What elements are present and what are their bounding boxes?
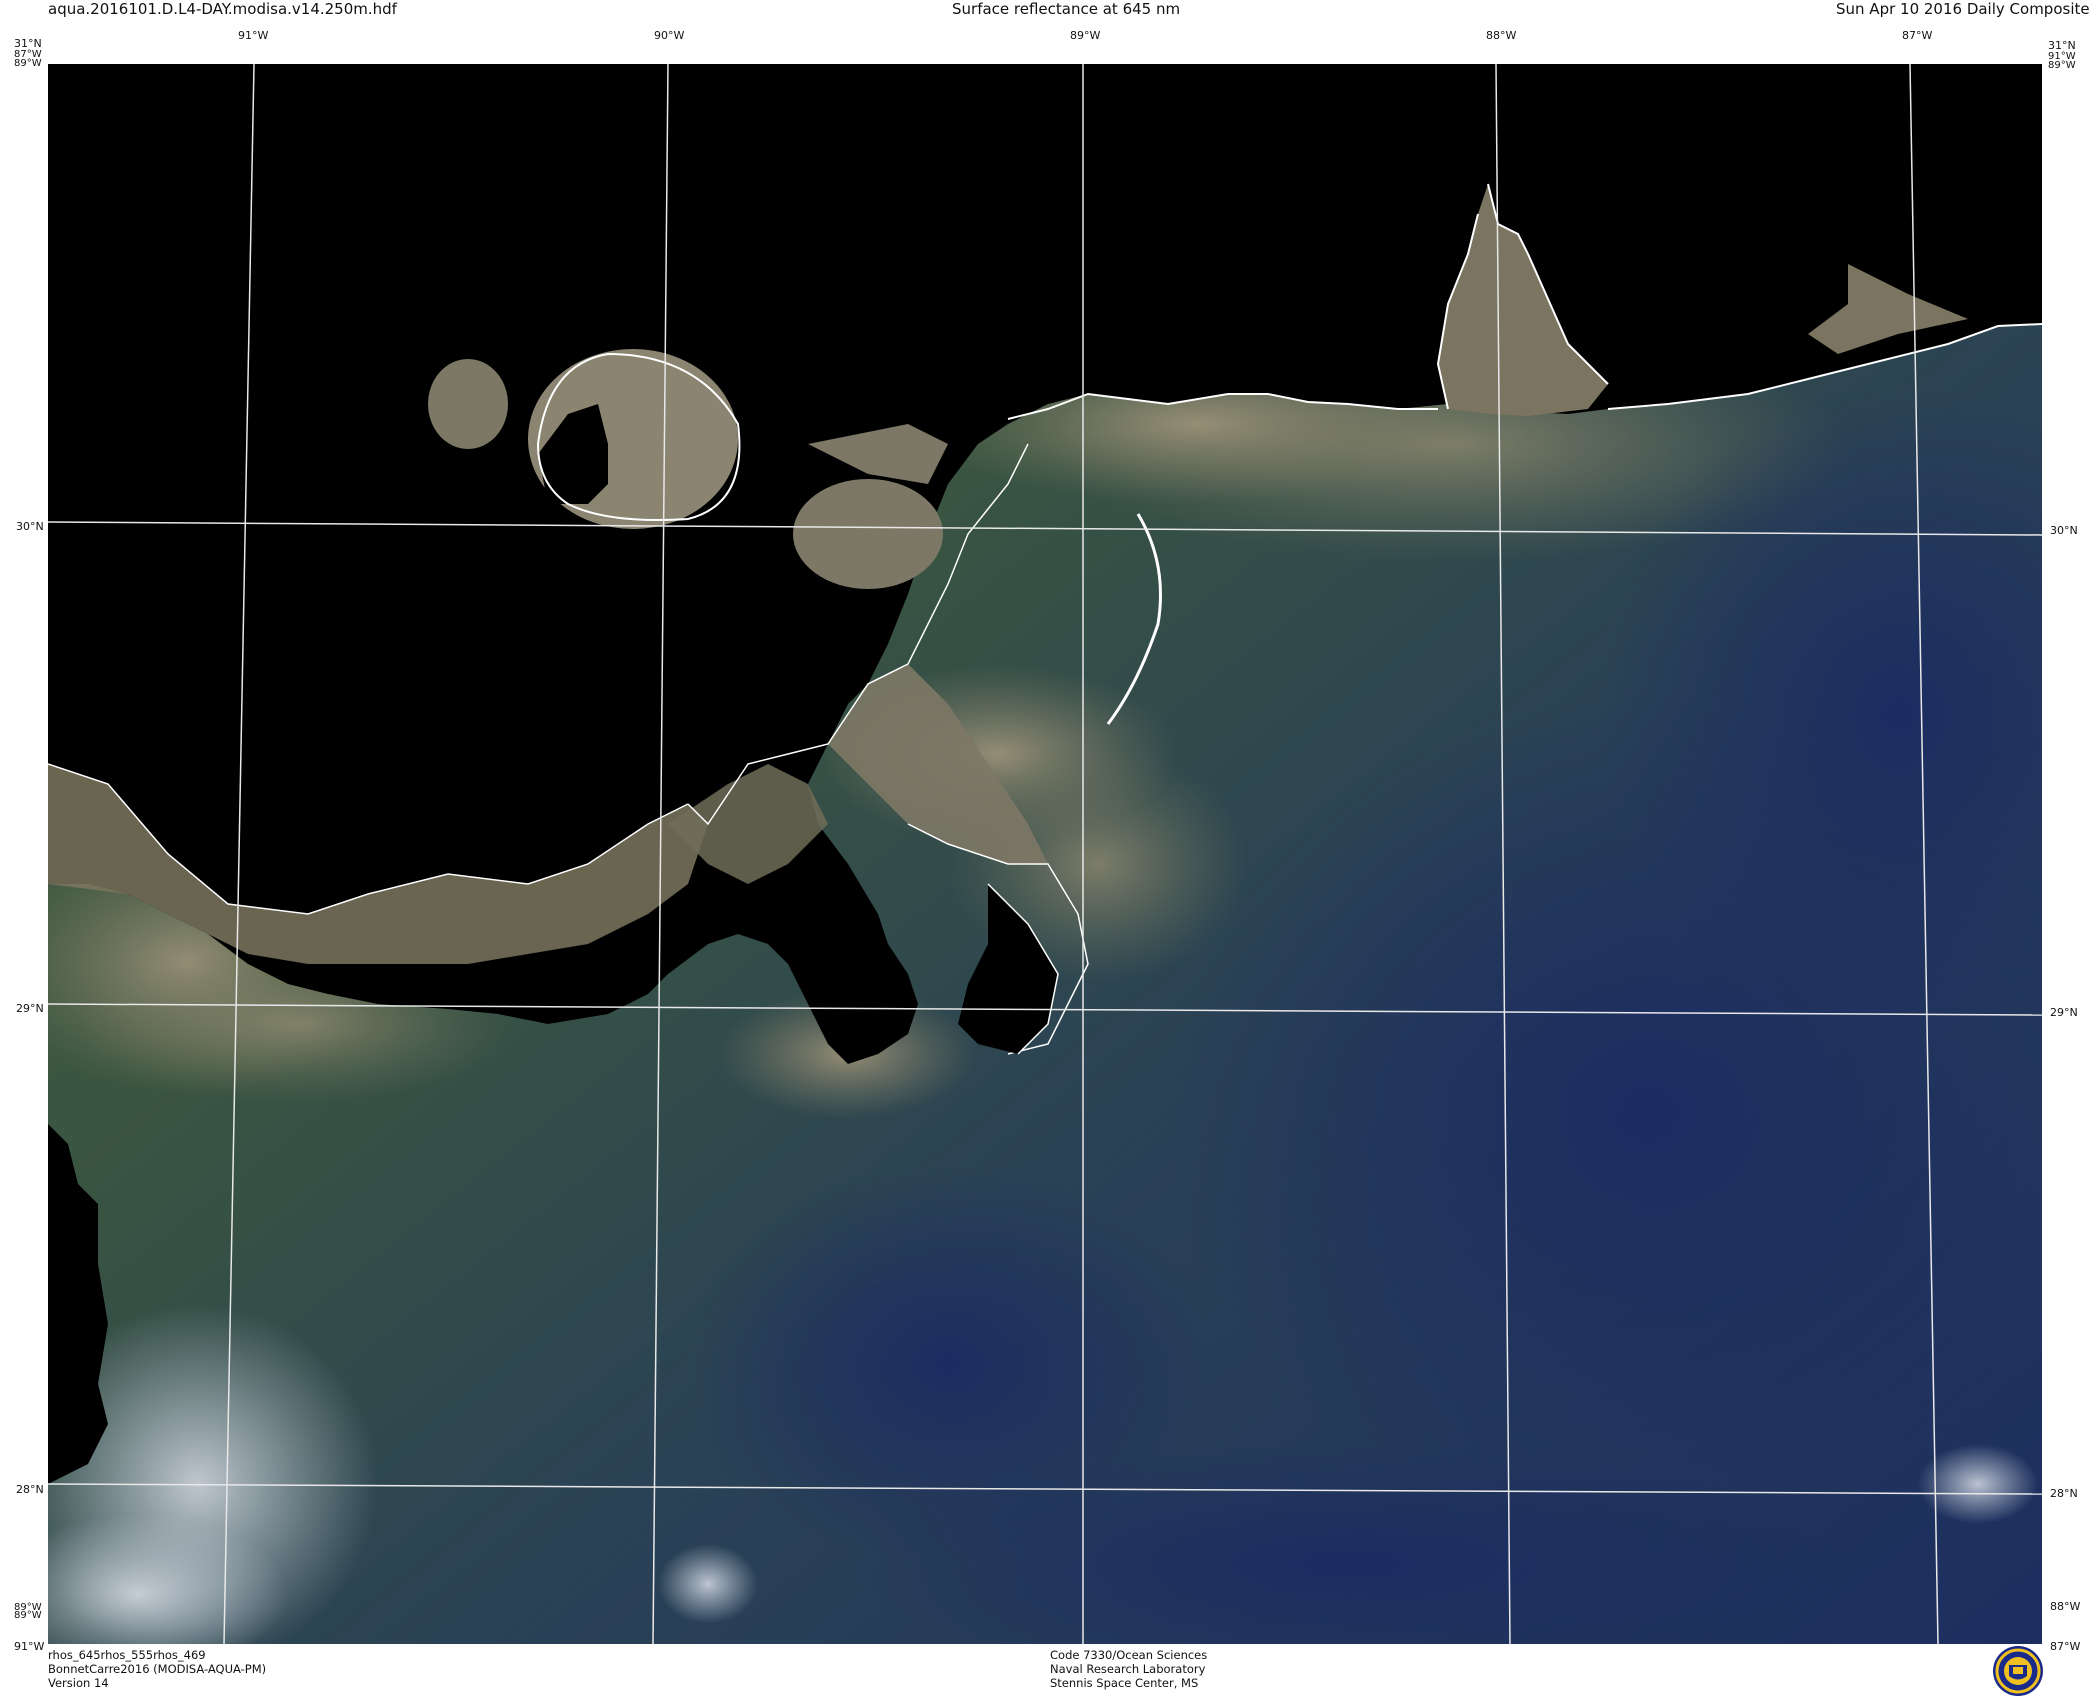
- nrl-seal-icon: [1992, 1645, 2044, 1697]
- org-name: Naval Research Laboratory: [1050, 1662, 1206, 1676]
- lat-label-right-28n: 28°N: [2050, 1487, 2078, 1500]
- satellite-map[interactable]: [48, 64, 2042, 1644]
- composite-date: Sun Apr 10 2016 Daily Composite: [1836, 0, 2090, 18]
- lat-label-left-28n: 28°N: [16, 1483, 44, 1496]
- lon-label-87w: 87°W: [1902, 29, 1933, 42]
- org-code: Code 7330/Ocean Sciences: [1050, 1648, 1208, 1662]
- project-name: BonnetCarre2016 (MODISA-AQUA-PM): [48, 1662, 267, 1676]
- corner-bl-lon3: 91°W: [14, 1640, 45, 1653]
- reflectance-image: [48, 64, 2042, 1644]
- cloud-cover: [658, 1544, 758, 1624]
- corner-bl-lon2: 89°W: [14, 1610, 42, 1621]
- lon-label-88w: 88°W: [1486, 29, 1517, 42]
- lake-borgne: [793, 479, 943, 589]
- product-bands: rhos_645rhos_555rhos_469: [48, 1648, 206, 1662]
- corner-tl-lon2: 89°W: [14, 58, 42, 69]
- lake-maurepas: [428, 359, 508, 449]
- lat-label-left-30n: 30°N: [16, 520, 44, 533]
- lon-label-89w: 89°W: [1070, 29, 1101, 42]
- lat-label-right-30n: 30°N: [2050, 524, 2078, 537]
- lon-label-90w: 90°W: [654, 29, 685, 42]
- lat-label-right-29n: 29°N: [2050, 1006, 2078, 1019]
- corner-tr-lon2: 89°W: [2048, 60, 2076, 71]
- lon-label-91w: 91°W: [238, 29, 269, 42]
- corner-br-lon2: 87°W: [2050, 1640, 2081, 1653]
- version-label: Version 14: [48, 1676, 109, 1690]
- map-title: Surface reflectance at 645 nm: [952, 0, 1181, 18]
- file-name: aqua.2016101.D.L4-DAY.modisa.v14.250m.hd…: [48, 0, 397, 18]
- cloud-mask: [48, 1404, 72, 1444]
- corner-br-lon1: 88°W: [2050, 1600, 2081, 1613]
- org-location: Stennis Space Center, MS: [1050, 1676, 1199, 1690]
- lat-label-left-29n: 29°N: [16, 1002, 44, 1015]
